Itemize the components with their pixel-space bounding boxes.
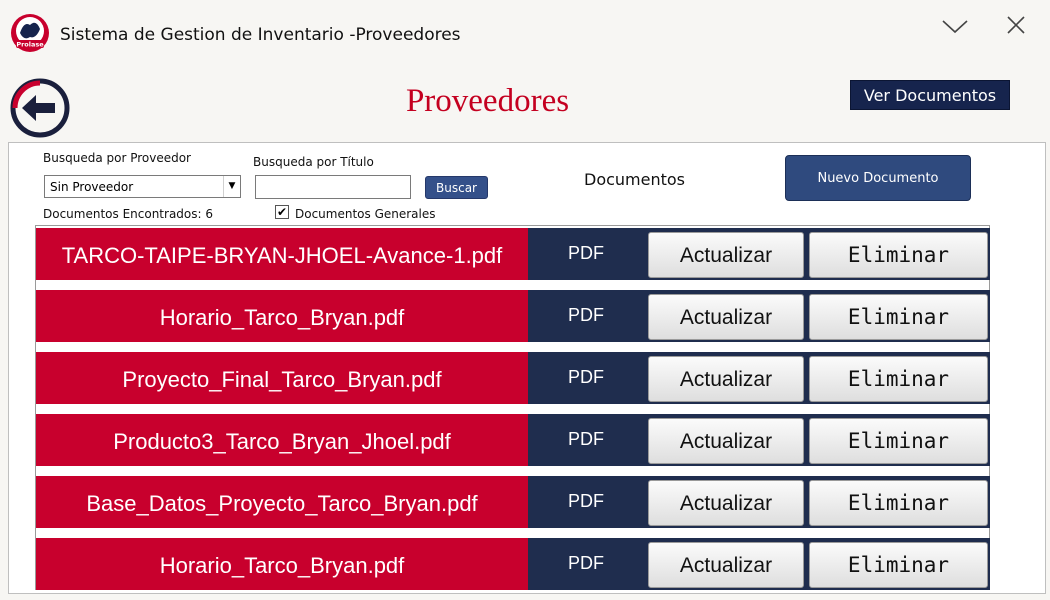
document-row: TARCO-TAIPE-BRYAN-JHOEL-Avance-1.pdf PDF… [36, 228, 990, 280]
document-name[interactable]: Producto3_Tarco_Bryan_Jhoel.pdf [36, 414, 528, 466]
document-type: PDF [568, 367, 604, 387]
page-title: Proveedores [405, 83, 570, 119]
document-row: Base_Datos_Proyecto_Tarco_Bryan.pdf PDF … [36, 476, 990, 528]
actualizar-button[interactable]: Actualizar [648, 356, 804, 402]
titulo-search-input[interactable] [255, 175, 411, 199]
document-row: Proyecto_Final_Tarco_Bryan.pdf PDF Actua… [36, 352, 990, 404]
document-type: PDF [568, 553, 604, 573]
chevron-down-icon[interactable] [940, 12, 970, 40]
actualizar-button[interactable]: Actualizar [648, 480, 804, 526]
document-name[interactable]: TARCO-TAIPE-BRYAN-JHOEL-Avance-1.pdf [36, 228, 528, 280]
dropdown-arrow-icon: ▼ [223, 176, 240, 197]
document-type: PDF [568, 429, 604, 449]
eliminar-button[interactable]: Eliminar [809, 542, 988, 588]
document-name[interactable]: Horario_Tarco_Bryan.pdf [36, 538, 528, 590]
actualizar-button[interactable]: Actualizar [648, 232, 804, 278]
nuevo-documento-button[interactable]: Nuevo Documento [785, 155, 971, 201]
documentos-section-label: Documentos [584, 170, 686, 189]
app-title: Sistema de Gestion de Inventario -Provee… [60, 25, 461, 45]
document-name[interactable]: Horario_Tarco_Bryan.pdf [36, 290, 528, 342]
proveedor-select[interactable]: Sin Proveedor ▼ [44, 175, 241, 198]
document-type: PDF [568, 243, 604, 263]
actualizar-button[interactable]: Actualizar [648, 418, 804, 464]
eliminar-button[interactable]: Eliminar [809, 232, 988, 278]
buscar-button[interactable]: Buscar [425, 176, 488, 199]
actualizar-button[interactable]: Actualizar [648, 542, 804, 588]
ver-documentos-button[interactable]: Ver Documentos [850, 80, 1010, 110]
eliminar-button[interactable]: Eliminar [809, 294, 988, 340]
document-type: PDF [568, 305, 604, 325]
eliminar-button[interactable]: Eliminar [809, 480, 988, 526]
document-row: Horario_Tarco_Bryan.pdf PDF Actualizar E… [36, 538, 990, 590]
title-bar: Prolase Sistema de Gestion de Inventario… [0, 0, 1050, 70]
document-name[interactable]: Base_Datos_Proyecto_Tarco_Bryan.pdf [36, 476, 528, 528]
prolase-logo: Prolase [11, 14, 49, 52]
document-name[interactable]: Proyecto_Final_Tarco_Bryan.pdf [36, 352, 528, 404]
logo-text: Prolase [16, 41, 44, 49]
documentos-generales-checkbox[interactable]: ✔ [275, 205, 289, 219]
close-icon[interactable] [1002, 12, 1032, 40]
eliminar-button[interactable]: Eliminar [809, 418, 988, 464]
document-row: Horario_Tarco_Bryan.pdf PDF Actualizar E… [36, 290, 990, 342]
proveedor-search-label: Busqueda por Proveedor [43, 151, 191, 165]
eliminar-button[interactable]: Eliminar [809, 356, 988, 402]
documents-found-count: Documentos Encontrados: 6 [43, 207, 214, 221]
document-type: PDF [568, 491, 604, 511]
actualizar-button[interactable]: Actualizar [648, 294, 804, 340]
proveedor-select-value: Sin Proveedor [50, 180, 134, 194]
document-row: Producto3_Tarco_Bryan_Jhoel.pdf PDF Actu… [36, 414, 990, 466]
titulo-search-label: Busqueda por Título [253, 155, 374, 169]
documentos-generales-label: Documentos Generales [295, 207, 436, 221]
